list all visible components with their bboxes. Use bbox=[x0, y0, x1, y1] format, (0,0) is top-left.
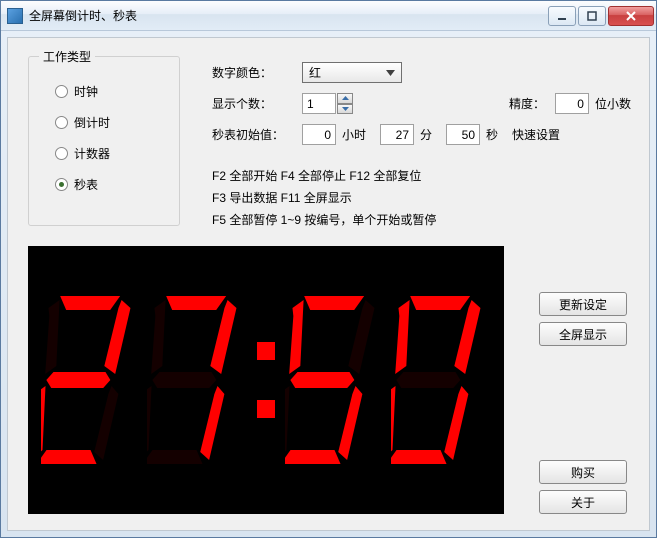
fullscreen-button[interactable]: 全屏显示 bbox=[539, 322, 627, 346]
help-line-2: F3 导出数据 F11 全屏显示 bbox=[212, 187, 631, 209]
radio-option-1[interactable]: 倒计时 bbox=[55, 114, 169, 131]
minute-input[interactable]: 27 bbox=[380, 124, 414, 145]
app-window: 全屏幕倒计时、秒表 工作类型 时钟倒计时计数器秒表 数字颜色： 红 bbox=[0, 0, 657, 538]
update-button[interactable]: 更新设定 bbox=[539, 292, 627, 316]
spin-up-icon[interactable] bbox=[337, 93, 353, 104]
digit-0 bbox=[391, 290, 491, 470]
minimize-button[interactable] bbox=[548, 6, 576, 26]
about-button[interactable]: 关于 bbox=[539, 490, 627, 514]
radio-option-2[interactable]: 计数器 bbox=[55, 145, 169, 162]
buy-button[interactable]: 购买 bbox=[539, 460, 627, 484]
radio-label: 秒表 bbox=[74, 176, 98, 193]
radio-icon bbox=[55, 147, 68, 160]
titlebar[interactable]: 全屏幕倒计时、秒表 bbox=[1, 1, 656, 31]
radio-label: 时钟 bbox=[74, 83, 98, 100]
group-title: 工作类型 bbox=[39, 48, 95, 65]
shortcut-help: F2 全部开始 F4 全部停止 F12 全部复位 F3 导出数据 F11 全屏显… bbox=[212, 165, 631, 231]
radio-icon bbox=[55, 85, 68, 98]
second-unit: 秒 bbox=[486, 126, 498, 143]
hour-input[interactable]: 0 bbox=[302, 124, 336, 145]
digit-7 bbox=[147, 290, 247, 470]
maximize-icon bbox=[587, 11, 597, 21]
color-combo[interactable]: 红 bbox=[302, 62, 402, 83]
window-title: 全屏幕倒计时、秒表 bbox=[29, 7, 548, 24]
init-label: 秒表初始值： bbox=[212, 126, 302, 143]
count-input[interactable]: 1 bbox=[302, 93, 336, 114]
count-spinner[interactable] bbox=[337, 93, 353, 114]
radio-option-3[interactable]: 秒表 bbox=[55, 176, 169, 193]
clock-display bbox=[28, 246, 504, 514]
close-icon bbox=[625, 11, 637, 21]
help-line-3: F5 全部暂停 1~9 按编号，单个开始或暂停 bbox=[212, 209, 631, 231]
count-label: 显示个数： bbox=[212, 95, 302, 112]
radio-option-0[interactable]: 时钟 bbox=[55, 83, 169, 100]
close-button[interactable] bbox=[608, 6, 654, 26]
app-icon bbox=[7, 8, 23, 24]
hour-unit: 小时 bbox=[342, 126, 366, 143]
color-combo-value: 红 bbox=[309, 64, 382, 81]
radio-icon bbox=[55, 178, 68, 191]
precision-unit: 位小数 bbox=[595, 95, 631, 112]
settings-area: 数字颜色： 红 显示个数： 1 精度： 0 位小数 bbox=[212, 62, 631, 231]
work-type-group: 工作类型 时钟倒计时计数器秒表 bbox=[28, 56, 180, 226]
radio-label: 倒计时 bbox=[74, 114, 110, 131]
radio-label: 计数器 bbox=[74, 145, 110, 162]
minimize-icon bbox=[557, 11, 567, 21]
radio-icon bbox=[55, 116, 68, 129]
minute-unit: 分 bbox=[420, 126, 432, 143]
precision-label: 精度： bbox=[509, 95, 545, 112]
quickset-link[interactable]: 快速设置 bbox=[512, 126, 560, 143]
precision-input[interactable]: 0 bbox=[555, 93, 589, 114]
digit-2 bbox=[41, 290, 141, 470]
colon bbox=[253, 290, 279, 470]
spin-down-icon[interactable] bbox=[337, 104, 353, 115]
digit-5 bbox=[285, 290, 385, 470]
client-area: 工作类型 时钟倒计时计数器秒表 数字颜色： 红 显示个数： 1 bbox=[7, 37, 650, 531]
second-input[interactable]: 50 bbox=[446, 124, 480, 145]
chevron-down-icon bbox=[382, 64, 399, 81]
help-line-1: F2 全部开始 F4 全部停止 F12 全部复位 bbox=[212, 165, 631, 187]
color-label: 数字颜色： bbox=[212, 64, 302, 81]
maximize-button[interactable] bbox=[578, 6, 606, 26]
